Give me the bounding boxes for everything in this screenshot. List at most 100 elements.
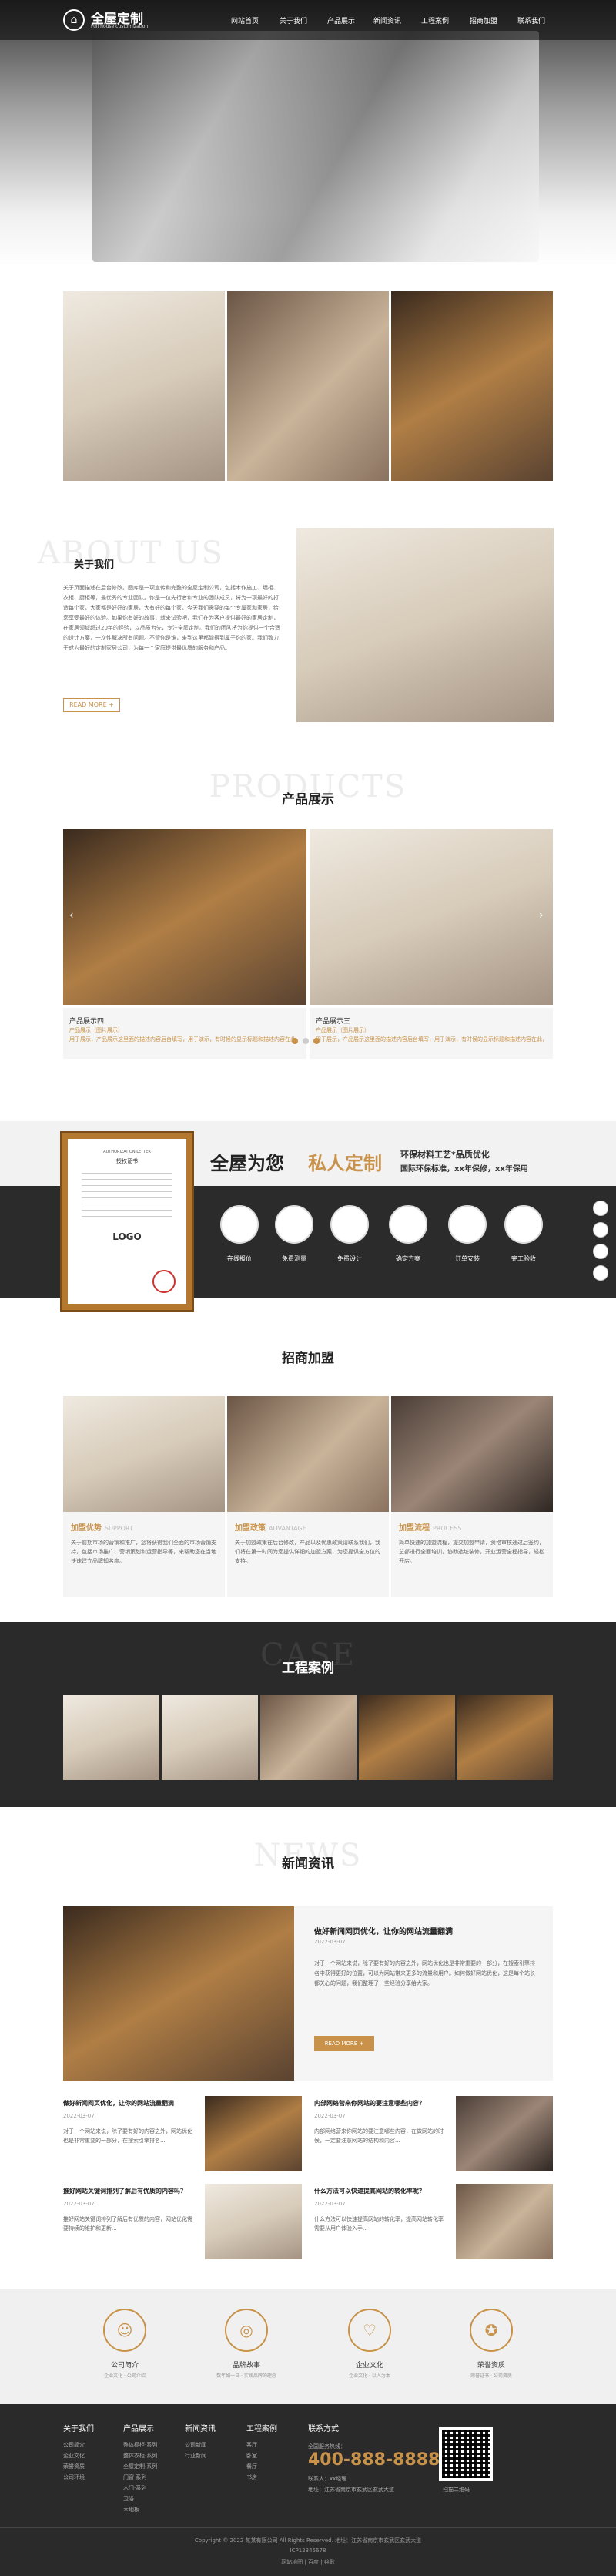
footer-link[interactable]: 荣誉资质 bbox=[63, 2461, 85, 2472]
footer-link[interactable]: 木地板 bbox=[123, 2504, 139, 2515]
footer-contact-heading: 联系方式 bbox=[308, 2425, 339, 2433]
carousel-dot-3[interactable] bbox=[313, 1038, 320, 1044]
product-card-2[interactable]: 产品展示三 产品展示（图片展示） 用于展示，产品展示这里面的描述内容后台填写，用… bbox=[310, 1008, 553, 1059]
product-image-1[interactable] bbox=[63, 829, 306, 1005]
gallery-image-3[interactable] bbox=[391, 291, 553, 481]
news-item-1[interactable]: 做好新闻网页优化，让你的网站流量翻满 2022-03-07 对于一个网站来说，除… bbox=[63, 2096, 302, 2173]
footer-divider bbox=[0, 2527, 616, 2528]
news-item-4[interactable]: 什么方法可以快速提高网站的转化率呢？ 2022-03-07 什么方法可以快速提高… bbox=[314, 2184, 553, 2261]
product-card-1[interactable]: 产品展示四 产品展示（图片展示） 用于展示，产品展示这里面的描述内容后台填写，用… bbox=[63, 1008, 306, 1059]
footer-links[interactable]: 网站地图 | 百度 | 谷歌 bbox=[0, 2558, 616, 2566]
certificate-frame: AUTHORIZATION LETTER 授权证书 LOGO bbox=[62, 1133, 192, 1310]
carousel-pagination bbox=[290, 1033, 336, 1047]
franchise-card-3[interactable]: 加盟流程 PROCESS 简单快速的加盟流程，提交加盟申请，资格审核通过后签约，总… bbox=[391, 1512, 553, 1597]
service-item-3[interactable]: ♡ 企业文化 企业文化 · 以人为本 bbox=[308, 2304, 431, 2389]
company-intro-icon: ☺ bbox=[103, 2309, 146, 2352]
nav-franchise[interactable]: 招商加盟 bbox=[470, 15, 497, 25]
gallery-image-2[interactable] bbox=[227, 291, 389, 481]
footer-link[interactable]: 公司环境 bbox=[63, 2472, 85, 2483]
footer-link[interactable]: 餐厅 bbox=[246, 2461, 257, 2472]
footer-col-heading: 关于我们 bbox=[63, 2425, 94, 2433]
product-image-2[interactable] bbox=[310, 829, 553, 1005]
certificate-subtitle: 授权证书 bbox=[116, 1158, 138, 1164]
step-design-icon[interactable] bbox=[330, 1205, 369, 1244]
footer-link[interactable]: 公司简介 bbox=[63, 2440, 85, 2450]
honor-icon: ✪ bbox=[470, 2309, 513, 2352]
product-desc: 用于展示，产品展示这里面的描述内容后台填写，用于演示，有时候的显示标题和描述内容… bbox=[316, 1036, 547, 1043]
franchise-card-1[interactable]: 加盟优势 SUPPORT 关于前期市场的营销和推广，您将获得我们全面的市场营销支持… bbox=[63, 1512, 225, 1597]
carousel-dot-2[interactable] bbox=[303, 1038, 309, 1044]
logo[interactable]: ⌂ 全屋定制 Full house customization bbox=[63, 8, 186, 34]
step-install-icon[interactable] bbox=[448, 1205, 487, 1244]
step-plan-icon[interactable] bbox=[389, 1205, 427, 1244]
about-read-more-button[interactable]: READ MORE + bbox=[63, 698, 120, 712]
news-item-date: 2022-03-07 bbox=[63, 2113, 95, 2119]
footer-link[interactable]: 全屋定制·系列 bbox=[123, 2461, 157, 2472]
promo-headline-b: 私人定制 bbox=[308, 1153, 382, 1174]
step-acceptance-icon[interactable] bbox=[504, 1205, 543, 1244]
nav-contact[interactable]: 联系我们 bbox=[517, 15, 545, 25]
certificate-title: AUTHORIZATION LETTER bbox=[103, 1150, 151, 1154]
case-image-1[interactable] bbox=[63, 1695, 159, 1780]
carousel-prev-arrow[interactable]: ‹ bbox=[69, 909, 74, 922]
footer-link[interactable]: 企业文化 bbox=[63, 2450, 85, 2461]
news-featured-more-button[interactable]: READ MORE + bbox=[314, 2036, 374, 2051]
service-title: 品牌故事 bbox=[232, 2362, 260, 2369]
case-image-3[interactable] bbox=[260, 1695, 357, 1780]
step-measure-icon[interactable] bbox=[275, 1205, 313, 1244]
footer-link[interactable]: 书房 bbox=[246, 2472, 257, 2483]
footer-link[interactable]: 卫浴 bbox=[123, 2494, 134, 2504]
service-item-4[interactable]: ✪ 荣誉资质 荣誉证书 · 公司资质 bbox=[430, 2304, 553, 2389]
footer-icp[interactable]: ICP12345678 bbox=[0, 2547, 616, 2554]
float-chat-button[interactable] bbox=[593, 1201, 608, 1216]
news-featured-desc: 对于一个网站来说，除了要有好的内容之外，网站优化也是非常重要的一部分，在搜索引擎… bbox=[314, 1960, 535, 1987]
certificate-seal bbox=[152, 1270, 176, 1293]
case-image-4[interactable] bbox=[359, 1695, 455, 1780]
footer-col-heading: 产品展示 bbox=[123, 2425, 154, 2433]
footer-link[interactable]: 整体衣柜·系列 bbox=[123, 2450, 157, 2461]
news-featured-image bbox=[63, 1906, 294, 2081]
case-image-5[interactable] bbox=[457, 1695, 553, 1780]
footer-link[interactable]: 木门·系列 bbox=[123, 2483, 146, 2494]
carousel-dot-1[interactable] bbox=[292, 1038, 298, 1044]
float-qrcode-button[interactable] bbox=[593, 1244, 608, 1259]
news-item-image bbox=[205, 2184, 302, 2259]
franchise-card-2[interactable]: 加盟政策 ADVANTAGE 关于加盟政策在后台修改，产品以及优惠政策请联系我们，… bbox=[227, 1512, 389, 1597]
footer-phone[interactable]: 400-888-8888 bbox=[308, 2450, 440, 2470]
nav-news[interactable]: 新闻资讯 bbox=[373, 15, 401, 25]
float-phone-button[interactable] bbox=[593, 1222, 608, 1238]
footer-link[interactable]: 公司新闻 bbox=[185, 2440, 206, 2450]
certificate-lines bbox=[82, 1173, 172, 1219]
service-title: 企业文化 bbox=[355, 2362, 383, 2369]
franchise-card-title: 加盟优势 SUPPORT bbox=[71, 1524, 133, 1533]
service-item-2[interactable]: ◎ 品牌故事 数年如一日 · 实践品牌的理念 bbox=[185, 2304, 308, 2389]
footer-link[interactable]: 门窗·系列 bbox=[123, 2472, 146, 2483]
footer-contact-person: 联系人：xx经理 bbox=[308, 2476, 347, 2482]
footer-link[interactable]: 卧室 bbox=[246, 2450, 257, 2461]
step-quote-icon[interactable] bbox=[220, 1205, 259, 1244]
nav-cases[interactable]: 工程案例 bbox=[421, 15, 449, 25]
footer-link[interactable]: 客厅 bbox=[246, 2440, 257, 2450]
service-desc: 荣誉证书 · 公司资质 bbox=[470, 2373, 512, 2379]
case-image-2[interactable] bbox=[162, 1695, 258, 1780]
footer-link[interactable]: 整体橱柜·系列 bbox=[123, 2440, 157, 2450]
gallery-image-1[interactable] bbox=[63, 291, 225, 481]
float-top-button[interactable] bbox=[593, 1265, 608, 1281]
product-name: 产品展示四 bbox=[69, 1018, 105, 1026]
service-desc: 数年如一日 · 实践品牌的理念 bbox=[216, 2373, 276, 2379]
nav-home[interactable]: 网站首页 bbox=[231, 15, 259, 25]
about-title: 关于我们 bbox=[74, 559, 115, 571]
franchise-card-desc: 简单快速的加盟流程，提交加盟申请，资格审核通过后签约，总部进行全面培训，协助选址… bbox=[399, 1540, 544, 1564]
franchise-card-title: 加盟流程 PROCESS bbox=[399, 1524, 462, 1533]
nav-products[interactable]: 产品展示 bbox=[327, 15, 355, 25]
footer-link[interactable]: 行业新闻 bbox=[185, 2450, 206, 2461]
footer-col-heading: 工程案例 bbox=[246, 2425, 277, 2433]
news-item-2[interactable]: 内部网络营来你网站的要注意哪些内容？ 2022-03-07 内部网络营来你网站的… bbox=[314, 2096, 553, 2173]
news-item-title: 内部网络营来你网站的要注意哪些内容？ bbox=[314, 2100, 425, 2107]
nav-about[interactable]: 关于我们 bbox=[280, 15, 307, 25]
franchise-card-desc: 关于加盟政策在后台修改，产品以及优惠政策请联系我们，我们将在第一时间为您提供详细… bbox=[235, 1540, 380, 1564]
carousel-next-arrow[interactable]: › bbox=[539, 909, 544, 922]
service-item-1[interactable]: ☺ 公司简介 企业文化 · 公司介绍 bbox=[63, 2304, 186, 2389]
news-featured[interactable]: 做好新闻网页优化，让你的网站流量翻满 2022-03-07 对于一个网站来说，除… bbox=[63, 1906, 553, 2081]
news-item-3[interactable]: 推好网站关键词排列了解后有优质的内容吗？ 2022-03-07 推好网站关键词排… bbox=[63, 2184, 302, 2261]
